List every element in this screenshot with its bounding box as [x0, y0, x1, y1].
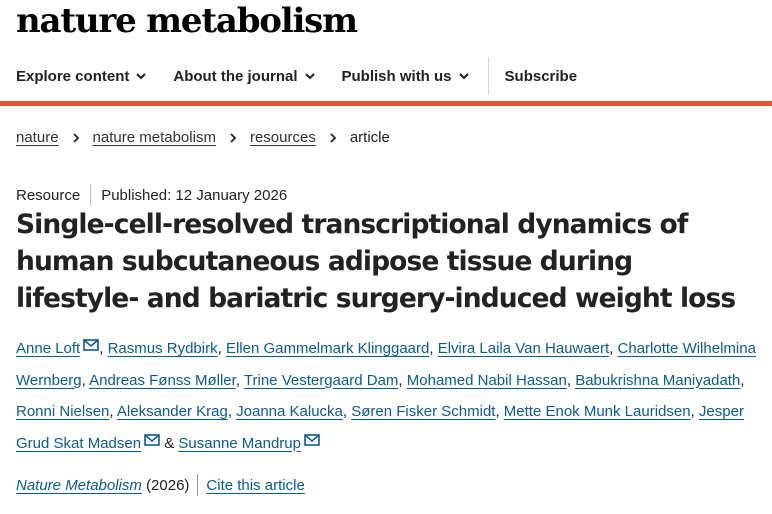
nav-publish-with-us-label: Publish with us — [341, 67, 452, 85]
chevron-down-icon — [458, 73, 469, 80]
author-link[interactable]: Anne Loft — [16, 340, 80, 357]
author-separator: , — [99, 340, 108, 357]
author-separator: , — [690, 403, 699, 420]
author-link[interactable]: Aleksander Krag — [117, 403, 228, 420]
author-separator: , — [227, 403, 237, 420]
author-link[interactable]: Mohamed Nabil Hassan — [407, 372, 567, 389]
publication-year: (2026) — [146, 476, 190, 494]
chevron-down-icon — [136, 73, 147, 80]
article-meta: Resource Published: 12 January 2026 — [16, 184, 287, 206]
journal-name-link[interactable]: Nature Metabolism — [16, 477, 142, 494]
author-link[interactable]: Rasmus Rydbirk — [108, 340, 218, 357]
author-separator: , — [109, 403, 117, 420]
journal-logo[interactable]: nature metabolism — [16, 2, 358, 40]
chevron-right-icon — [330, 132, 337, 143]
breadcrumb-nature-metabolism[interactable]: nature metabolism — [93, 129, 216, 146]
breadcrumb: nature nature metabolism resources artic… — [16, 129, 390, 146]
subscribe-link[interactable]: Subscribe — [505, 50, 578, 102]
nav-about-journal-label: About the journal — [173, 67, 298, 85]
author-link[interactable]: Søren Fisker Schmidt — [351, 403, 495, 420]
author-link[interactable]: Ellen Gammelmark Klinggaard — [226, 340, 429, 357]
author-link[interactable]: Mette Enok Munk Lauridsen — [504, 403, 691, 420]
breadcrumb-resources[interactable]: resources — [250, 129, 316, 146]
author-link[interactable]: Andreas Fønss Møller — [89, 372, 236, 389]
author-link[interactable]: Babukrishna Maniyadath — [575, 372, 740, 389]
nav-explore-content[interactable]: Explore content — [16, 50, 147, 102]
author-list: Anne Loft, Rasmus Rydbirk, Ellen Gammelm… — [16, 333, 768, 459]
cite-article-link[interactable]: Cite this article — [206, 477, 304, 494]
breadcrumb-current: article — [349, 129, 390, 146]
chevron-down-icon — [304, 73, 315, 80]
nav-divider — [487, 57, 489, 95]
breadcrumb-nature[interactable]: nature — [16, 129, 59, 146]
author-separator: , — [217, 340, 226, 357]
mail-icon[interactable] — [83, 339, 100, 351]
author-link[interactable]: Joanna Kalucka — [236, 403, 343, 420]
chevron-right-icon — [230, 132, 237, 143]
meta-divider — [90, 184, 92, 206]
chevron-right-icon — [72, 132, 79, 143]
author-link[interactable]: Elvira Laila Van Hauwaert — [438, 340, 609, 357]
article-type: Resource — [16, 186, 81, 204]
author-separator: & — [160, 434, 179, 452]
author-link[interactable]: Ronni Nielsen — [16, 403, 109, 420]
nav-publish-with-us[interactable]: Publish with us — [342, 50, 470, 102]
accent-bar — [0, 101, 772, 106]
author-link[interactable]: Susanne Mandrup — [178, 435, 301, 452]
author-separator: , — [81, 371, 90, 389]
author-separator: , — [740, 371, 745, 389]
citation-divider — [197, 474, 199, 496]
main-nav: Explore content About the journal Publis… — [0, 50, 772, 102]
author-separator: , — [566, 371, 576, 389]
nav-explore-content-label: Explore content — [16, 67, 130, 85]
author-separator: , — [342, 403, 352, 420]
author-separator: , — [495, 403, 504, 420]
mail-icon[interactable] — [144, 433, 160, 446]
article-title: Single-cell-resolved transcriptional dyn… — [16, 209, 736, 314]
journal-citation-line: Nature Metabolism (2026) Cite this artic… — [16, 474, 305, 496]
author-separator: , — [235, 371, 244, 389]
published-date: Published: 12 January 2026 — [101, 186, 288, 204]
author-link[interactable]: Trine Vestergaard Dam — [244, 372, 399, 389]
mail-icon[interactable] — [304, 433, 320, 446]
author-separator: , — [398, 371, 407, 389]
author-separator: , — [609, 340, 618, 357]
nav-about-journal[interactable]: About the journal — [173, 50, 315, 102]
author-separator: , — [429, 340, 438, 357]
